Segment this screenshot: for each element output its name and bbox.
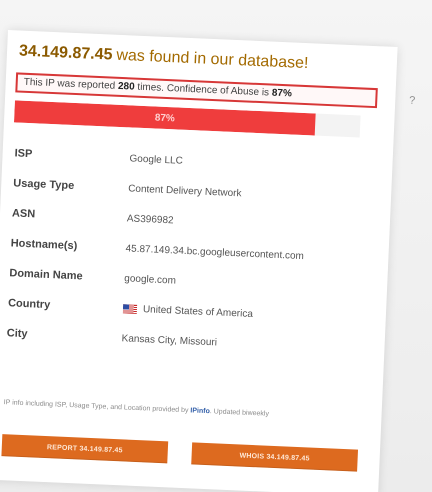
screenshot-stage: 34.149.87.45 was found in our database! … [0,0,432,492]
report-count: 280 [117,80,135,93]
action-buttons: REPORT 34.149.87.45 WHOIS 34.149.87.45 [1,434,359,472]
ipinfo-link[interactable]: IPinfo [190,407,210,415]
domain-name-label: Domain Name [9,267,83,283]
asn-label: ASN [11,207,36,221]
provider-note-prefix: IP info including ISP, Usage Type, and L… [3,399,189,415]
isp-value: Google LLC [129,152,184,167]
hostname-label: Hostname(s) [10,237,78,253]
ip-address-title: 34.149.87.45 [18,42,113,64]
isp-label: ISP [14,147,33,161]
help-icon[interactable]: ? [409,95,416,107]
city-label: City [6,327,28,341]
abuse-summary-prefix: This IP was reported [23,76,116,92]
ip-report-card: 34.149.87.45 was found in our database! … [0,30,416,492]
hostname-value: 45.87.149.34.bc.googleusercontent.com [125,242,305,262]
abuse-summary-middle: times. Confidence of Abuse is [137,81,270,99]
us-flag-icon [122,303,138,314]
report-title: 34.149.87.45 was found in our database! [19,43,383,77]
country-value: United States of America [142,303,254,320]
confidence-progress-label: 87% [154,111,176,124]
whois-ip-button[interactable]: WHOIS 34.149.87.45 [191,442,359,472]
ip-details-table: ISP Google LLC Usage Type Content Delive… [6,138,373,363]
asn-value: AS396982 [126,212,174,226]
country-value-wrapper: United States of America [122,303,366,325]
confidence-progress-fill: 87% [13,100,316,136]
city-value: Kansas City, Missouri [121,332,218,348]
usage-type-label: Usage Type [13,177,75,193]
usage-type-value: Content Delivery Network [127,182,242,199]
domain-name-value: google.com [124,272,177,287]
database-found-text: was found in our database! [116,46,309,73]
provider-note-suffix: . Updated biweekly [209,408,270,418]
country-label: Country [7,297,51,312]
data-provider-note: IP info including ISP, Usage Type, and L… [4,398,360,424]
confidence-progress-bar: 87% [13,100,361,138]
report-ip-button[interactable]: REPORT 34.149.87.45 [1,434,169,464]
confidence-value: 87% [271,87,293,100]
